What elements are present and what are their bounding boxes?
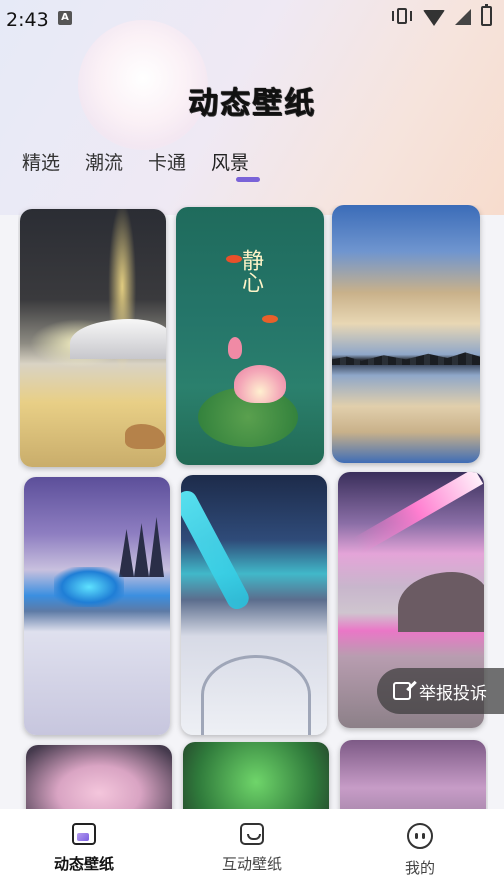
tab-featured[interactable]: 精选 [22, 148, 60, 183]
nav-interactive-wallpaper[interactable]: 互动壁纸 [172, 809, 332, 896]
wallpaper-card[interactable] [183, 742, 329, 809]
wallpaper-image [70, 319, 166, 359]
edit-icon [393, 682, 411, 700]
face-icon [407, 823, 433, 849]
nav-mine[interactable]: 我的 [340, 809, 500, 896]
status-bar: 2:43 A [0, 0, 504, 34]
wallpaper-image [262, 315, 278, 323]
wallpaper-card[interactable]: 静心 [176, 207, 324, 465]
wallpaper-card[interactable] [181, 475, 327, 735]
wallpaper-icon [72, 823, 96, 845]
wallpaper-image [398, 572, 484, 632]
report-button[interactable]: 举报投诉 [377, 668, 504, 714]
wallpaper-card[interactable] [26, 745, 172, 809]
interactive-icon [240, 823, 264, 845]
wallpaper-image [201, 655, 311, 735]
tab-trending[interactable]: 潮流 [85, 148, 123, 183]
wallpaper-card[interactable] [340, 740, 486, 809]
signal-icon [455, 9, 471, 25]
wallpaper-card[interactable] [332, 205, 480, 463]
wallpaper-caption: 静心 [238, 249, 263, 293]
nav-live-wallpaper[interactable]: 动态壁纸 [4, 809, 164, 896]
status-time: 2:43 [6, 9, 49, 31]
bottom-nav: 动态壁纸 互动壁纸 我的 [0, 809, 504, 896]
page-title: 动态壁纸 [188, 86, 316, 121]
wallpaper-image [332, 352, 480, 365]
battery-icon [481, 4, 492, 26]
wallpaper-card[interactable] [24, 477, 170, 735]
wallpaper-card[interactable] [20, 209, 166, 467]
wallpaper-image [352, 472, 484, 554]
wallpaper-image [228, 337, 242, 359]
wallpaper-image [54, 567, 124, 607]
wallpaper-image [181, 487, 253, 613]
report-button-label: 举报投诉 [419, 683, 487, 704]
wallpaper-image [234, 365, 286, 403]
notification-badge: A [58, 11, 72, 25]
wallpaper-image [119, 517, 164, 577]
vibrate-icon [391, 6, 413, 26]
wifi-icon [423, 10, 445, 26]
wallpaper-image [125, 424, 165, 449]
status-icons [391, 4, 492, 26]
tab-active-indicator [236, 177, 260, 182]
nav-label: 动态壁纸 [53, 855, 114, 873]
nav-label: 互动壁纸 [221, 855, 282, 873]
wallpaper-grid[interactable]: 静心 [18, 205, 488, 809]
nav-label: 我的 [404, 859, 435, 877]
category-tabs: 精选 潮流 卡通 风景 [22, 148, 249, 183]
tab-cartoon[interactable]: 卡通 [148, 148, 186, 183]
